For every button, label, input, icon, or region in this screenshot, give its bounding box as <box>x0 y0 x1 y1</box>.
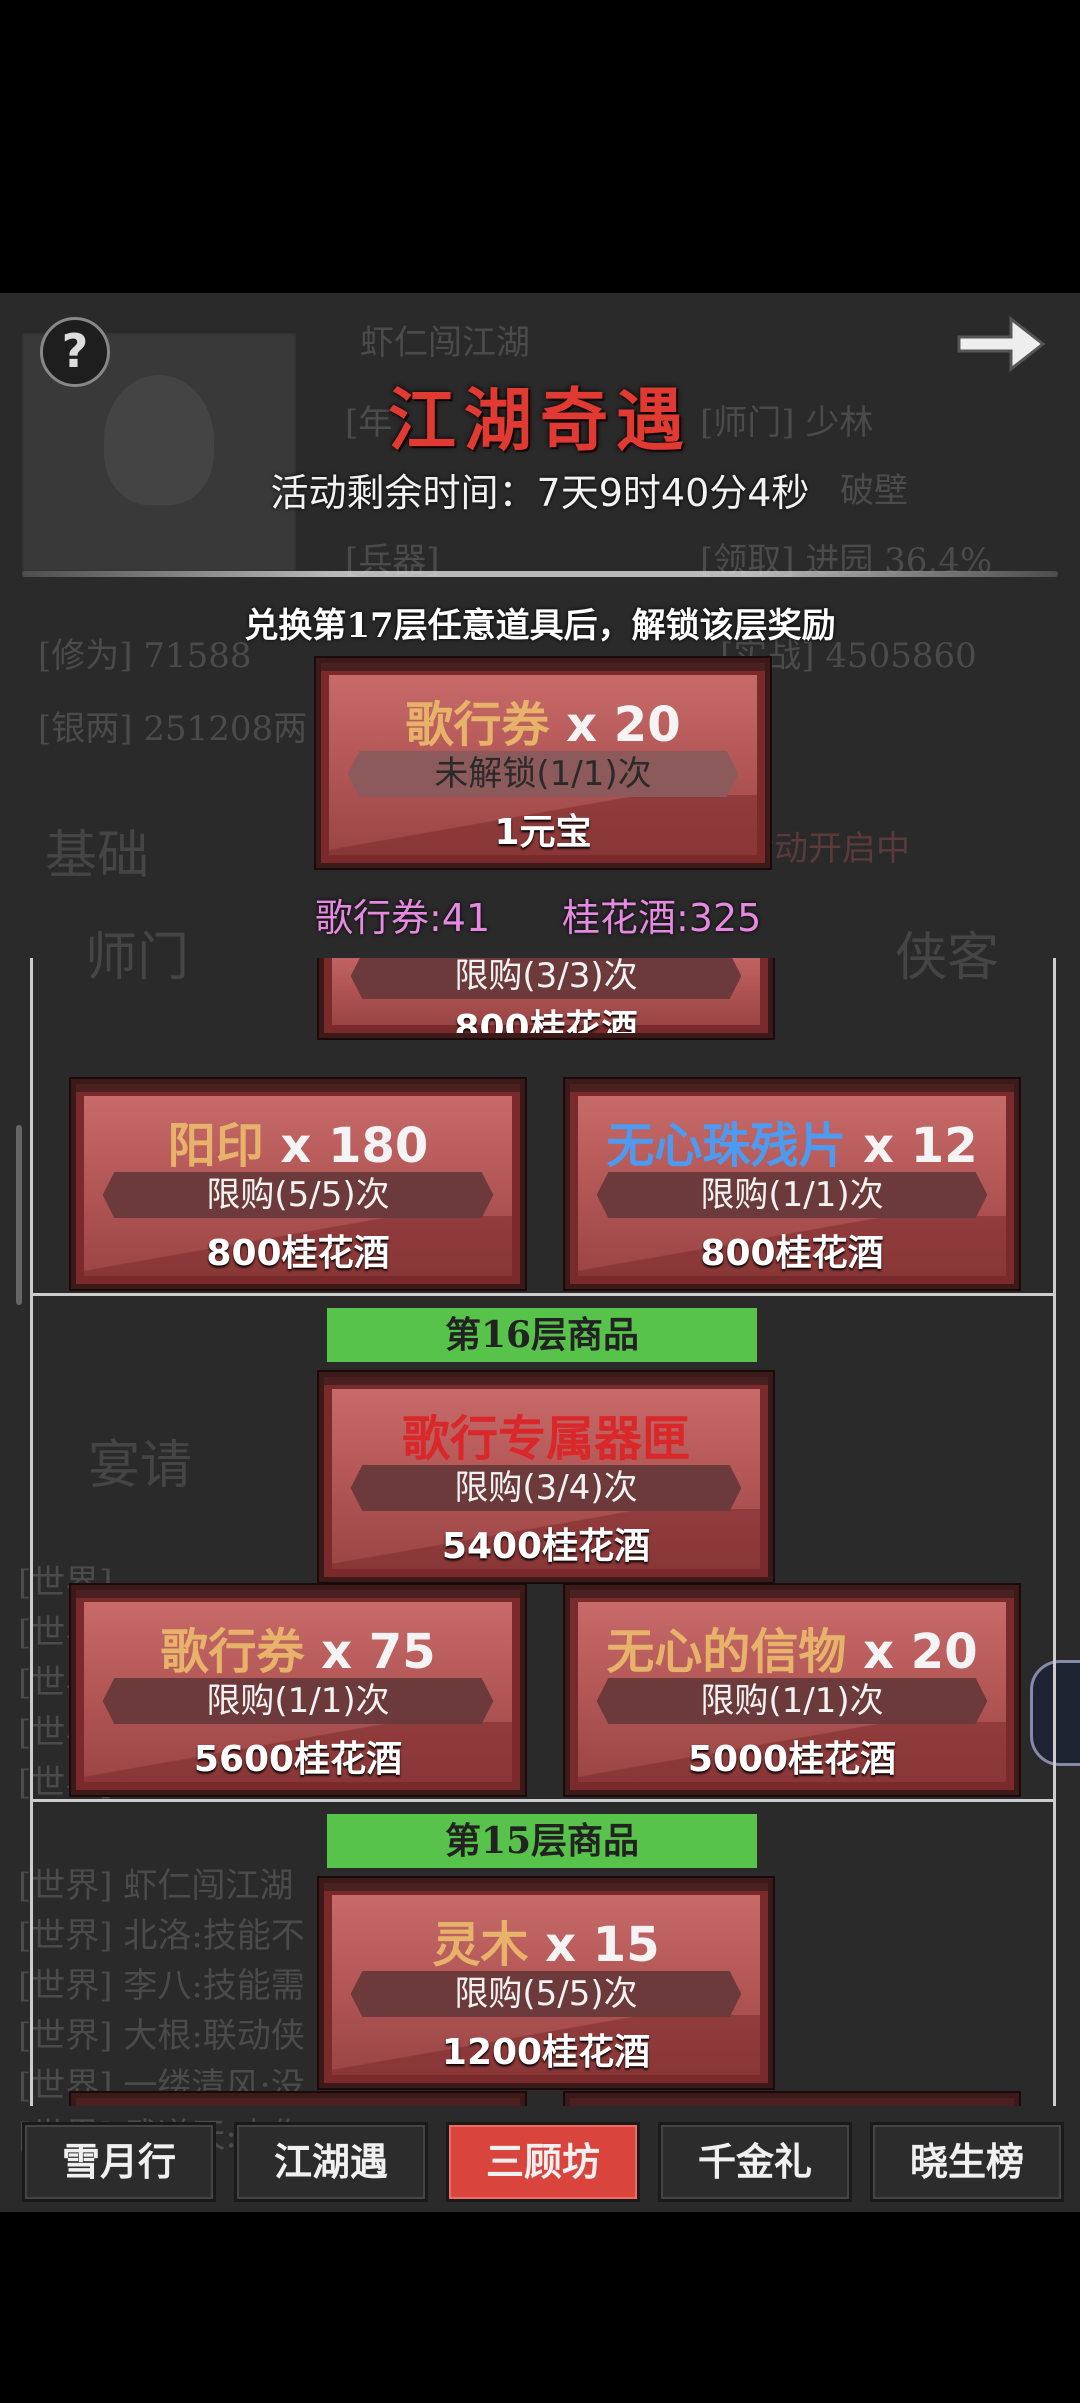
page-title: 江湖奇遇 <box>387 381 692 461</box>
shop-card[interactable]: 灵木 x 15 限购(5/5)次 1200桂花酒 <box>319 1878 773 2088</box>
purchase-limit: 限购(1/1)次 <box>596 1678 988 1724</box>
item-name: 阳印 <box>167 1118 264 1174</box>
shop-card[interactable]: 限购(3/3)次 800桂花酒 <box>319 958 773 1038</box>
item-qty: x 20 <box>863 1624 978 1680</box>
tab-xiaoshengbang[interactable]: 晓生榜 <box>870 2122 1064 2202</box>
floor-label: 第15层商品 <box>327 1814 757 1868</box>
tab-qianjinli[interactable]: 千金礼 <box>658 2122 852 2202</box>
floor-separator <box>33 1293 1053 1296</box>
shop-card[interactable]: 歌行券 x 75 限购(1/1)次 5600桂花酒 <box>71 1585 525 1795</box>
unlock-notice: 兑换第17层任意道具后，解锁该层奖励 <box>244 606 836 646</box>
item-qty: x 20 <box>566 697 681 753</box>
item-price: 1200桂花酒 <box>441 2032 651 2073</box>
bottom-tabs: 雪月行 江湖遇 三顾坊 千金礼 晓生榜 <box>22 2122 1064 2202</box>
item-name: 无心的信物 <box>606 1624 847 1680</box>
item-price: 800桂花酒 <box>206 1233 390 1274</box>
item-price: 800桂花酒 <box>454 1008 638 1038</box>
currency-gexing: 歌行券:41 <box>315 896 491 940</box>
shop-card[interactable] <box>71 2093 525 2106</box>
item-price: 1元宝 <box>494 812 592 853</box>
shop-list[interactable]: 限购(3/3)次 800桂花酒 阳印 x 180 限购(5/5)次 800桂花酒… <box>30 958 1056 2106</box>
bg-line: [银两] 251208两 <box>38 709 308 749</box>
item-name: 歌行券 <box>405 697 550 753</box>
item-name: 歌行专属器匣 <box>401 1411 690 1467</box>
shop-card[interactable]: 歌行专属器匣 限购(3/4)次 5400桂花酒 <box>319 1372 773 1582</box>
unlock-card[interactable]: 歌行券 x 20 未解锁(1/1)次 1元宝 <box>316 658 770 868</box>
tab-sangufang[interactable]: 三顾坊 <box>446 2122 640 2202</box>
item-qty: x 180 <box>280 1118 429 1174</box>
shop-card[interactable]: 无心珠残片 x 12 限购(1/1)次 800桂花酒 <box>565 1079 1019 1289</box>
item-name: 无心珠残片 <box>606 1118 847 1174</box>
shop-card[interactable] <box>565 2093 1019 2106</box>
currency-guihua: 桂花酒:325 <box>562 896 762 940</box>
item-qty: x 15 <box>545 1917 660 1973</box>
item-price: 5600桂花酒 <box>193 1739 403 1780</box>
bg-line: 基础 <box>45 826 150 886</box>
purchase-status: 未解锁(1/1)次 <box>347 751 739 797</box>
item-price: 5000桂花酒 <box>687 1739 897 1780</box>
item-price: 5400桂花酒 <box>441 1526 651 1567</box>
tab-jianghuyu[interactable]: 江湖遇 <box>234 2122 428 2202</box>
item-qty: x 75 <box>321 1624 436 1680</box>
shop-card[interactable]: 无心的信物 x 20 限购(1/1)次 5000桂花酒 <box>565 1585 1019 1795</box>
item-qty: x 12 <box>863 1118 978 1174</box>
scroll-indicator <box>16 1125 22 1305</box>
tab-xueyuexing[interactable]: 雪月行 <box>22 2122 216 2202</box>
purchase-limit: 限购(3/3)次 <box>350 958 742 999</box>
divider <box>22 571 1058 577</box>
purchase-limit: 限购(1/1)次 <box>102 1678 494 1724</box>
item-name: 歌行券 <box>160 1624 305 1680</box>
purchase-limit: 限购(3/4)次 <box>350 1465 742 1511</box>
floor-separator <box>33 1799 1053 1802</box>
system-top-bar <box>0 0 1080 293</box>
purchase-limit: 限购(5/5)次 <box>350 1971 742 2017</box>
event-timer: 活动剩余时间：7天9时40分4秒 <box>270 471 810 515</box>
system-bottom-bar <box>0 2212 1080 2403</box>
shop-card[interactable]: 阳印 x 180 限购(5/5)次 800桂花酒 <box>71 1079 525 1289</box>
floor-label: 第16层商品 <box>327 1308 757 1362</box>
purchase-limit: 限购(1/1)次 <box>596 1172 988 1218</box>
bg-player-name: 虾仁闯江湖 <box>360 323 530 363</box>
item-name: 灵木 <box>432 1917 529 1973</box>
purchase-limit: 限购(5/5)次 <box>102 1172 494 1218</box>
item-price: 800桂花酒 <box>700 1233 884 1274</box>
